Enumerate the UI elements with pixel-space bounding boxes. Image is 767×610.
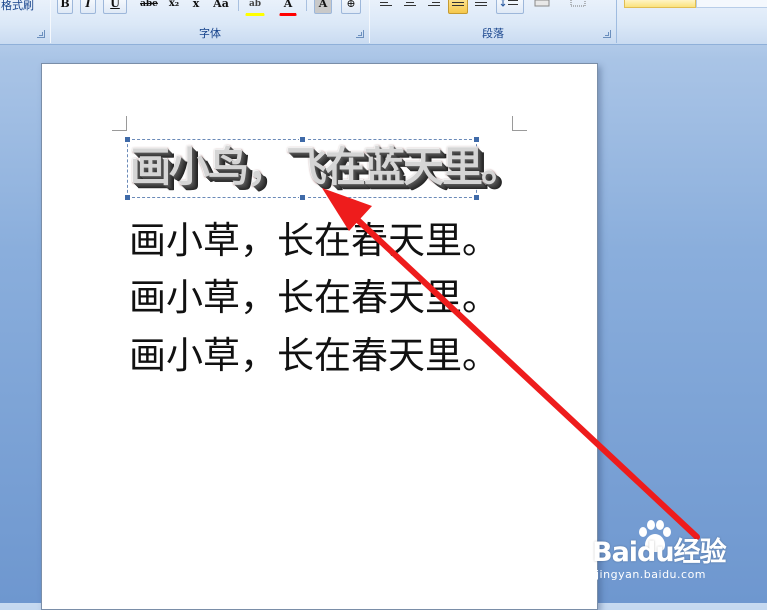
wordart-object[interactable]: 画小鸟，飞在蓝天里。	[124, 136, 522, 201]
resize-handle[interactable]	[299, 194, 306, 201]
subscript-button[interactable]: x₂	[165, 0, 183, 14]
font-color-button[interactable]: A	[279, 0, 297, 16]
body-text-line-2: 画小草，长在春天里。	[129, 276, 499, 319]
font-dialog-launcher-icon[interactable]	[356, 30, 364, 38]
font-group-label: 字体	[199, 27, 221, 40]
style-gallery-item-selected[interactable]	[624, 0, 696, 8]
superscript-button[interactable]: x	[188, 0, 204, 14]
clipboard-launcher-icon[interactable]	[37, 30, 45, 38]
watermark-brand: Baidu经验	[592, 537, 727, 568]
borders-icon[interactable]	[566, 0, 590, 14]
watermark-url: jingyan.baidu.com	[596, 568, 707, 581]
style-gallery-item[interactable]	[696, 0, 767, 8]
separator	[306, 0, 307, 11]
align-right-icon[interactable]	[424, 0, 444, 14]
character-shading-button[interactable]: A	[314, 0, 332, 14]
bold-button[interactable]: B	[57, 0, 73, 14]
format-painter-label[interactable]: 格式刷	[1, 0, 34, 13]
italic-button[interactable]: I	[80, 0, 96, 14]
wordart-text: 画小鸟，飞在蓝天里。	[130, 143, 522, 191]
separator	[238, 0, 239, 11]
document-page[interactable]: 画小鸟，飞在蓝天里。 画小草，长在春天里。 画小草，长在春天里。 画小草，长在春…	[41, 63, 598, 610]
align-left-icon[interactable]	[376, 0, 396, 14]
change-case-button[interactable]: Aa	[209, 0, 233, 14]
body-text-line-1: 画小草，长在春天里。	[129, 219, 499, 262]
align-center-icon[interactable]	[400, 0, 420, 14]
enclose-characters-button[interactable]: ⊕	[341, 0, 361, 14]
strikethrough-button[interactable]: abe	[139, 0, 159, 14]
font-group: B I U abe x₂ x Aa ab A A ⊕ 字体	[50, 0, 370, 43]
distributed-icon[interactable]	[471, 0, 491, 14]
paragraph-dialog-launcher-icon[interactable]	[603, 30, 611, 38]
resize-handle[interactable]	[124, 194, 131, 201]
paragraph-group-label: 段落	[482, 27, 504, 40]
baidu-watermark: Baidu经验 jingyan.baidu.com	[590, 518, 760, 588]
shading-icon[interactable]	[530, 0, 554, 14]
resize-handle[interactable]	[473, 194, 480, 201]
underline-button[interactable]: U	[103, 0, 127, 14]
line-spacing-icon[interactable]	[496, 0, 524, 14]
body-text-line-3: 画小草，长在春天里。	[129, 334, 499, 377]
margin-corner-mark	[112, 116, 127, 131]
justify-icon[interactable]	[448, 0, 468, 14]
clipboard-group: 格式刷	[0, 0, 51, 43]
paragraph-group: 段落	[369, 0, 617, 43]
margin-corner-mark	[512, 116, 527, 131]
ribbon: 格式刷 B I U abe x₂ x Aa ab A A ⊕ 字体 段落	[0, 0, 767, 45]
highlight-button[interactable]: ab	[245, 0, 265, 16]
